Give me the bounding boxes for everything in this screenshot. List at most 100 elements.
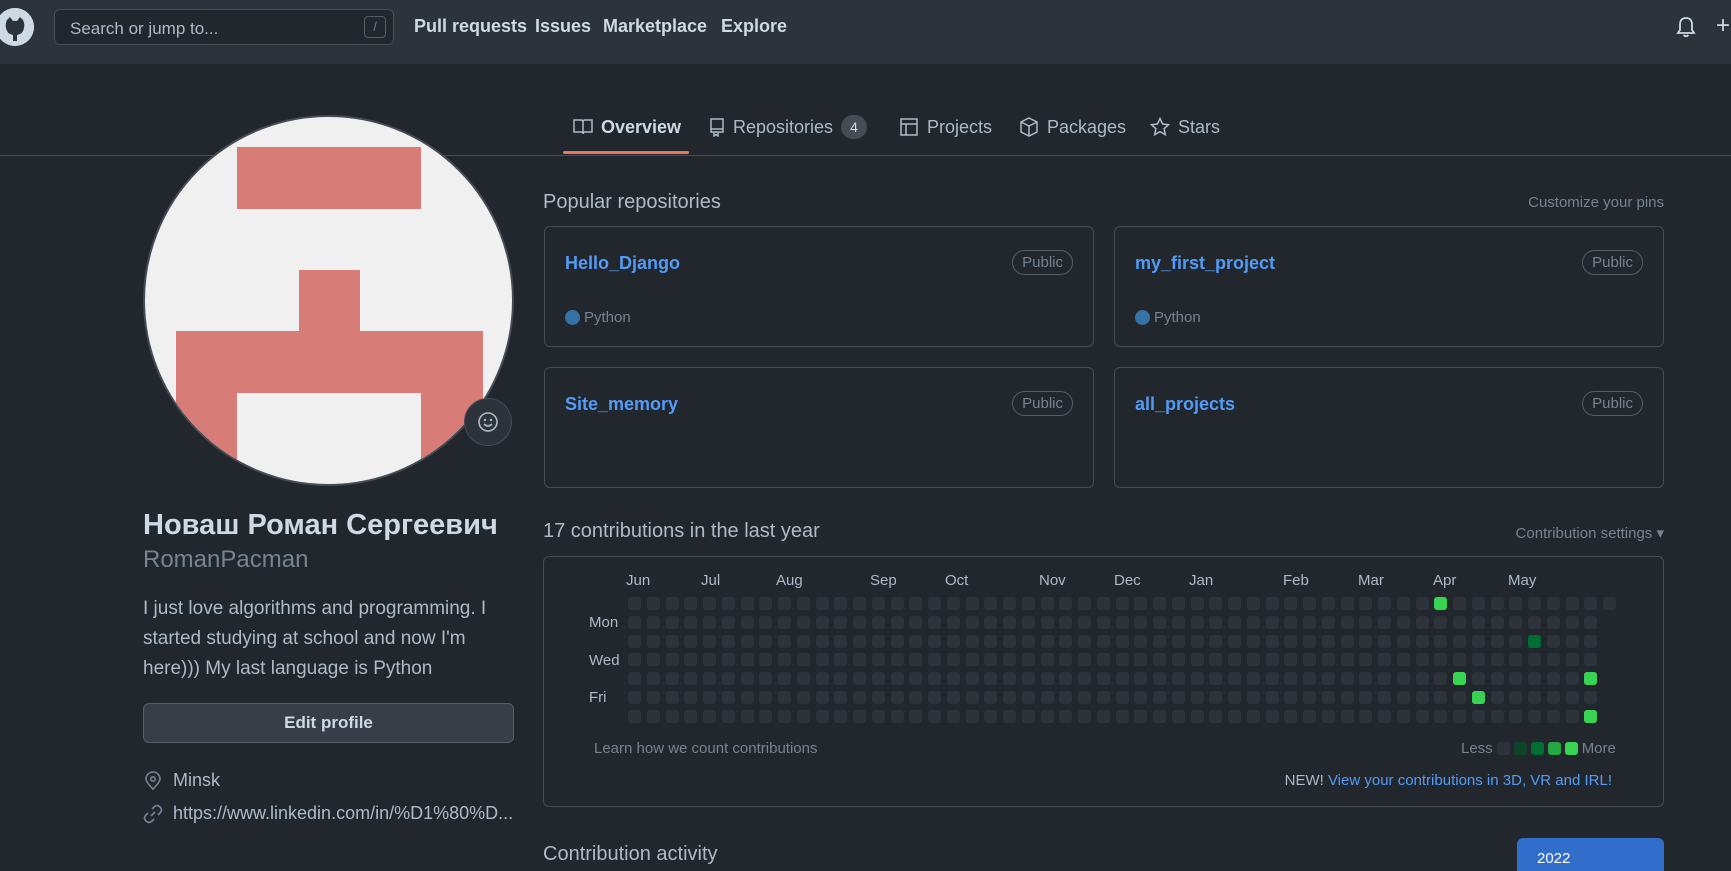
contribution-day-cell[interactable]	[1171, 709, 1185, 723]
contribution-day-cell[interactable]	[1059, 597, 1073, 610]
contribution-day-cell[interactable]	[1228, 709, 1241, 723]
contribution-day-cell[interactable]	[684, 615, 698, 629]
contribution-day-cell[interactable]	[1321, 690, 1335, 704]
contribution-day-cell[interactable]	[721, 653, 735, 667]
contribution-day-cell[interactable]	[1321, 653, 1335, 667]
contribution-day-cell[interactable]	[1059, 634, 1073, 648]
contribution-day-cell[interactable]	[834, 653, 848, 667]
contribution-day-cell[interactable]	[628, 634, 641, 648]
contribution-day-cell[interactable]	[1265, 634, 1279, 648]
repo-name-link[interactable]: Hello_Django	[565, 253, 680, 274]
contribution-day-cell[interactable]	[1340, 615, 1354, 629]
contribution-day-cell[interactable]	[928, 709, 941, 723]
contribution-day-cell[interactable]	[759, 672, 773, 685]
contribution-day-cell[interactable]	[1303, 690, 1316, 704]
contribution-day-cell[interactable]	[815, 709, 829, 723]
contribution-day-cell[interactable]	[1453, 709, 1466, 723]
contribution-day-cell[interactable]	[1096, 634, 1110, 648]
contribution-day-cell[interactable]	[1003, 615, 1016, 629]
contribution-day-cell[interactable]	[684, 690, 698, 704]
contribution-day-cell[interactable]	[871, 634, 885, 648]
contribution-day-cell[interactable]	[871, 672, 885, 685]
contribution-day-cell[interactable]	[946, 709, 960, 723]
contribution-day-cell[interactable]	[853, 615, 866, 629]
contribution-settings-dropdown[interactable]: Contribution settings ▾	[1516, 524, 1664, 542]
tab-stars[interactable]: Stars	[1150, 112, 1220, 142]
contribution-day-cell[interactable]	[1415, 690, 1429, 704]
contribution-day-cell[interactable]	[965, 615, 979, 629]
contribution-day-cell[interactable]	[890, 634, 904, 648]
contribution-day-cell[interactable]	[1003, 672, 1016, 685]
contribution-day-cell[interactable]	[946, 634, 960, 648]
contribution-day-cell[interactable]	[1396, 597, 1410, 610]
contribution-day-cell[interactable]	[1021, 709, 1035, 723]
contribution-day-cell[interactable]	[1059, 690, 1073, 704]
contribution-day-cell[interactable]	[1246, 597, 1260, 610]
contribution-day-cell[interactable]	[1303, 634, 1316, 648]
contribution-day-cell[interactable]	[1153, 690, 1166, 704]
contribution-day-cell[interactable]	[1528, 709, 1541, 723]
contribution-day-cell[interactable]	[890, 672, 904, 685]
contribution-day-cell[interactable]	[1246, 672, 1260, 685]
contribution-day-cell[interactable]	[1209, 615, 1223, 629]
contribution-day-cell[interactable]	[796, 709, 810, 723]
contribution-day-cell[interactable]	[1021, 672, 1035, 685]
contribution-day-cell[interactable]	[1153, 709, 1166, 723]
contribution-day-cell[interactable]	[1434, 690, 1448, 704]
contribution-day-cell[interactable]	[1003, 597, 1016, 610]
contribution-day-cell[interactable]	[1434, 653, 1448, 667]
contribution-day-cell[interactable]	[1565, 709, 1579, 723]
contribution-day-cell[interactable]	[721, 634, 735, 648]
contribution-day-cell[interactable]	[1021, 690, 1035, 704]
contribution-day-cell[interactable]	[1115, 690, 1129, 704]
contribution-day-cell[interactable]	[740, 672, 754, 685]
contribution-day-cell[interactable]	[965, 709, 979, 723]
contribution-day-cell[interactable]	[1265, 709, 1279, 723]
contribution-day-cell[interactable]	[1321, 634, 1335, 648]
contribution-day-cell[interactable]	[1115, 597, 1129, 610]
contribution-day-cell[interactable]	[1078, 653, 1091, 667]
contribution-day-cell[interactable]	[1265, 690, 1279, 704]
repo-name-link[interactable]: Site_memory	[565, 394, 678, 415]
contribution-day-cell[interactable]	[1396, 634, 1410, 648]
contribution-day-cell[interactable]	[1378, 653, 1391, 667]
contribution-day-cell[interactable]	[1415, 615, 1429, 629]
contribution-day-cell[interactable]	[796, 634, 810, 648]
contribution-day-cell[interactable]	[646, 597, 660, 610]
contribution-day-cell[interactable]	[1265, 672, 1279, 685]
contribution-day-cell[interactable]	[815, 615, 829, 629]
contribution-day-cell[interactable]	[1378, 597, 1391, 610]
contribution-day-cell[interactable]	[759, 615, 773, 629]
repo-name-link[interactable]: all_projects	[1135, 394, 1235, 415]
contribution-day-cell[interactable]	[665, 653, 679, 667]
contribution-day-cell[interactable]	[1134, 690, 1148, 704]
contribution-day-cell[interactable]	[1303, 597, 1316, 610]
contribution-day-cell[interactable]	[1003, 653, 1016, 667]
contribution-day-cell[interactable]	[665, 615, 679, 629]
contribution-day-cell[interactable]	[1565, 653, 1579, 667]
contribution-day-cell[interactable]	[665, 690, 679, 704]
contribution-day-cell[interactable]	[796, 653, 810, 667]
contribution-day-cell[interactable]	[1340, 653, 1354, 667]
contribution-day-cell[interactable]	[1565, 634, 1579, 648]
contribution-day-cell[interactable]	[890, 597, 904, 610]
contribution-day-cell[interactable]	[1509, 597, 1523, 610]
contribution-day-cell[interactable]	[1509, 653, 1523, 667]
contribution-day-cell[interactable]	[1434, 634, 1448, 648]
contribution-day-cell[interactable]	[965, 653, 979, 667]
contribution-day-cell[interactable]	[1415, 597, 1429, 610]
contribution-day-cell[interactable]	[1528, 653, 1541, 667]
edit-profile-button[interactable]: Edit profile	[143, 703, 514, 743]
contribution-day-cell[interactable]	[1359, 653, 1373, 667]
contribution-day-cell[interactable]	[1078, 634, 1091, 648]
contribution-day-cell[interactable]	[1565, 672, 1579, 685]
contribution-day-cell[interactable]	[778, 597, 791, 610]
plus-icon[interactable]: +	[1716, 12, 1730, 40]
contribution-day-cell[interactable]	[759, 653, 773, 667]
contribution-day-cell[interactable]	[1209, 653, 1223, 667]
contribution-day-cell[interactable]	[890, 690, 904, 704]
contribution-day-cell[interactable]	[703, 709, 716, 723]
contribution-day-cell[interactable]	[1115, 672, 1129, 685]
contribution-day-cell[interactable]	[646, 709, 660, 723]
tab-repositories[interactable]: Repositories 4	[709, 112, 868, 142]
